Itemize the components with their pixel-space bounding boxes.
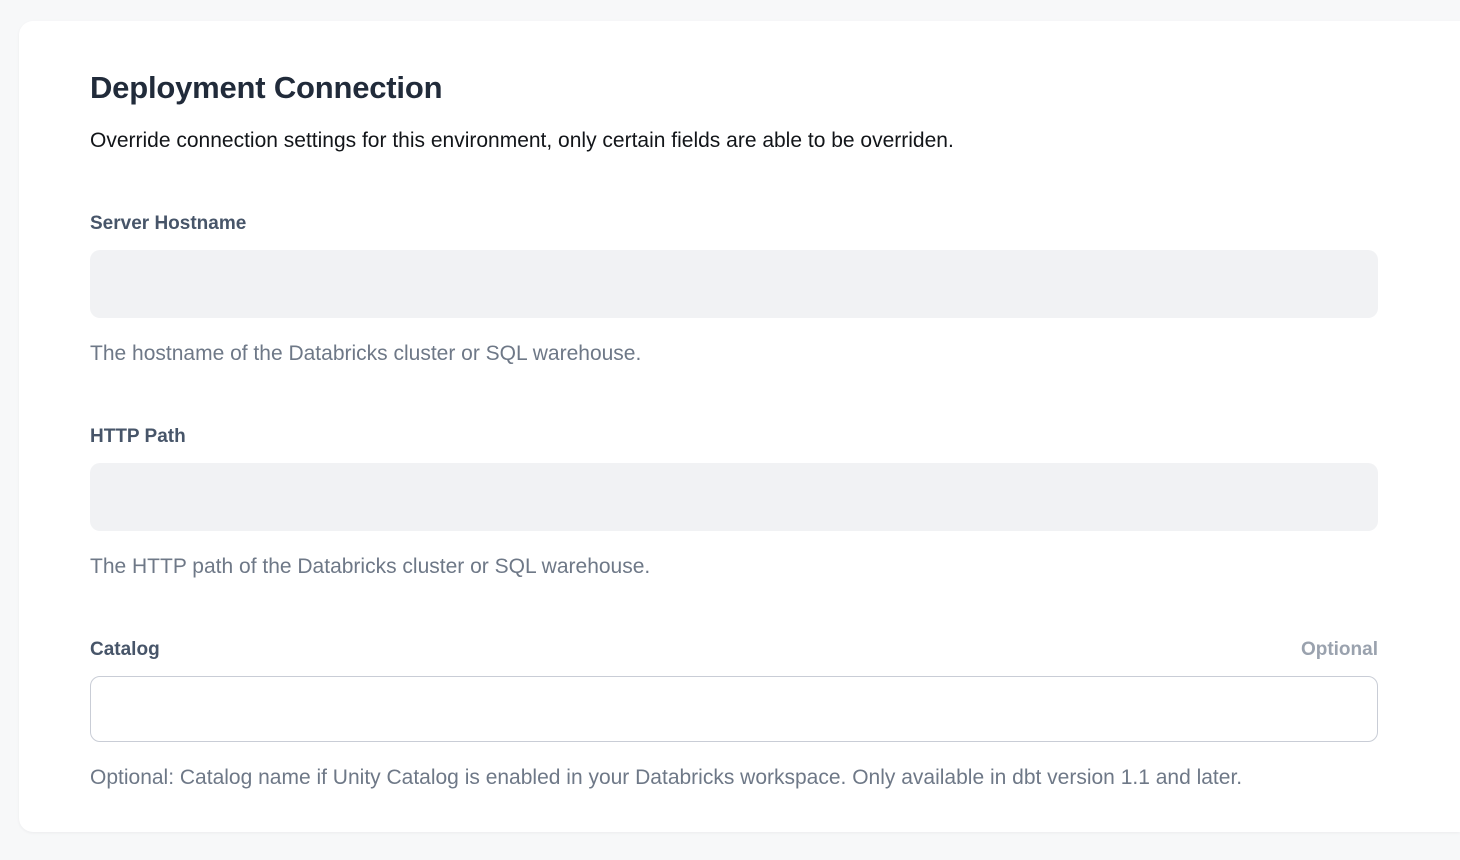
field-http-path: HTTP Path The HTTP path of the Databrick… <box>90 424 1378 581</box>
catalog-label: Catalog <box>90 637 160 662</box>
deployment-connection-card: Deployment Connection Override connectio… <box>19 21 1460 832</box>
server-hostname-input <box>90 250 1378 318</box>
page-subtitle: Override connection settings for this en… <box>90 127 1378 155</box>
page-title: Deployment Connection <box>90 68 1378 107</box>
catalog-input[interactable] <box>90 676 1378 742</box>
http-path-label-row: HTTP Path <box>90 424 1378 449</box>
catalog-helper: Optional: Catalog name if Unity Catalog … <box>90 764 1378 792</box>
http-path-label: HTTP Path <box>90 424 186 449</box>
server-hostname-label-row: Server Hostname <box>90 211 1378 236</box>
field-server-hostname: Server Hostname The hostname of the Data… <box>90 211 1378 368</box>
field-catalog: Catalog Optional Optional: Catalog name … <box>90 637 1378 792</box>
card-content: Deployment Connection Override connectio… <box>90 68 1378 792</box>
http-path-input <box>90 463 1378 531</box>
catalog-label-row: Catalog Optional <box>90 637 1378 662</box>
http-path-helper: The HTTP path of the Databricks cluster … <box>90 553 1378 581</box>
page-background: { "card": { "title": "Deployment Connect… <box>0 0 1460 860</box>
server-hostname-helper: The hostname of the Databricks cluster o… <box>90 340 1378 368</box>
optional-badge: Optional <box>1301 637 1378 662</box>
server-hostname-label: Server Hostname <box>90 211 246 236</box>
